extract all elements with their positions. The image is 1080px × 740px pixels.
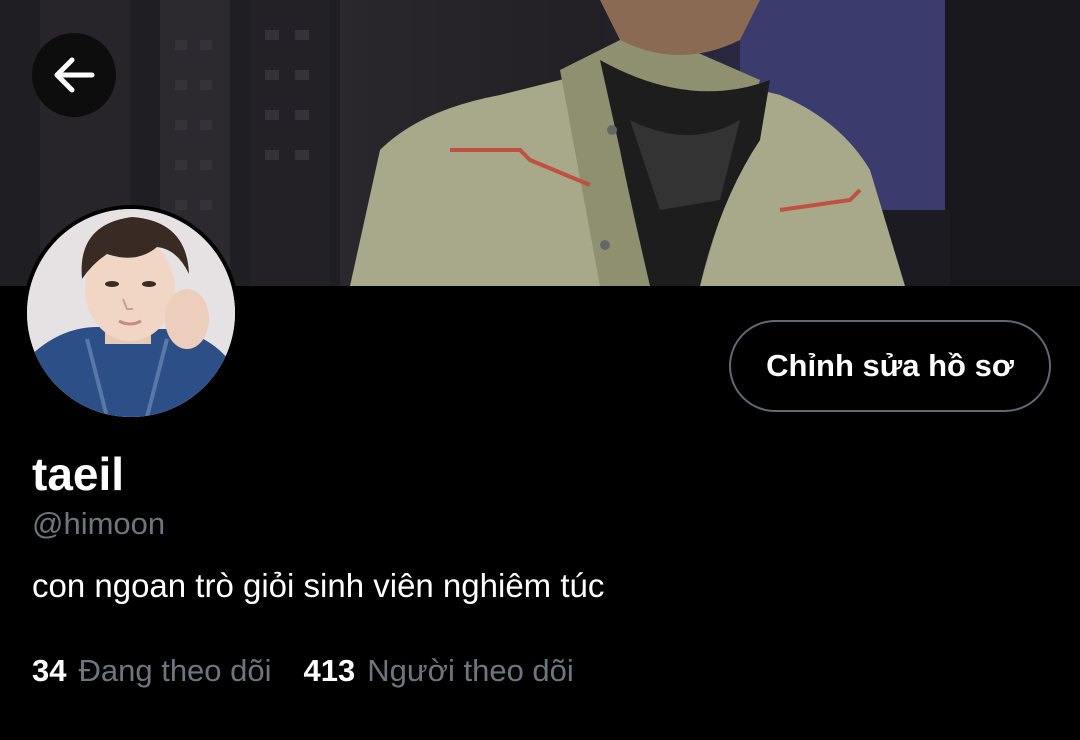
- profile-avatar[interactable]: [23, 205, 239, 421]
- profile-bio: con ngoan trò giỏi sinh viên nghiêm túc: [32, 567, 605, 604]
- followers-stat[interactable]: 413 Người theo dõi: [304, 652, 574, 690]
- arrow-left-icon: [54, 57, 95, 93]
- user-handle: @himoon: [32, 506, 166, 541]
- profile-page: Chỉnh sửa hồ sơ taeil @himoon con ngoan …: [0, 0, 1080, 740]
- back-button[interactable]: [32, 33, 116, 117]
- following-count: 34: [32, 653, 67, 688]
- profile-stats: 34 Đang theo dõi 413 Người theo dõi: [32, 652, 574, 690]
- edit-profile-button[interactable]: Chỉnh sửa hồ sơ: [729, 320, 1051, 412]
- followers-label: Người theo dõi: [367, 653, 574, 688]
- followers-count: 413: [303, 653, 356, 688]
- display-name: taeil: [32, 448, 125, 500]
- following-label: Đang theo dõi: [78, 653, 272, 688]
- following-stat[interactable]: 34 Đang theo dõi: [32, 652, 272, 690]
